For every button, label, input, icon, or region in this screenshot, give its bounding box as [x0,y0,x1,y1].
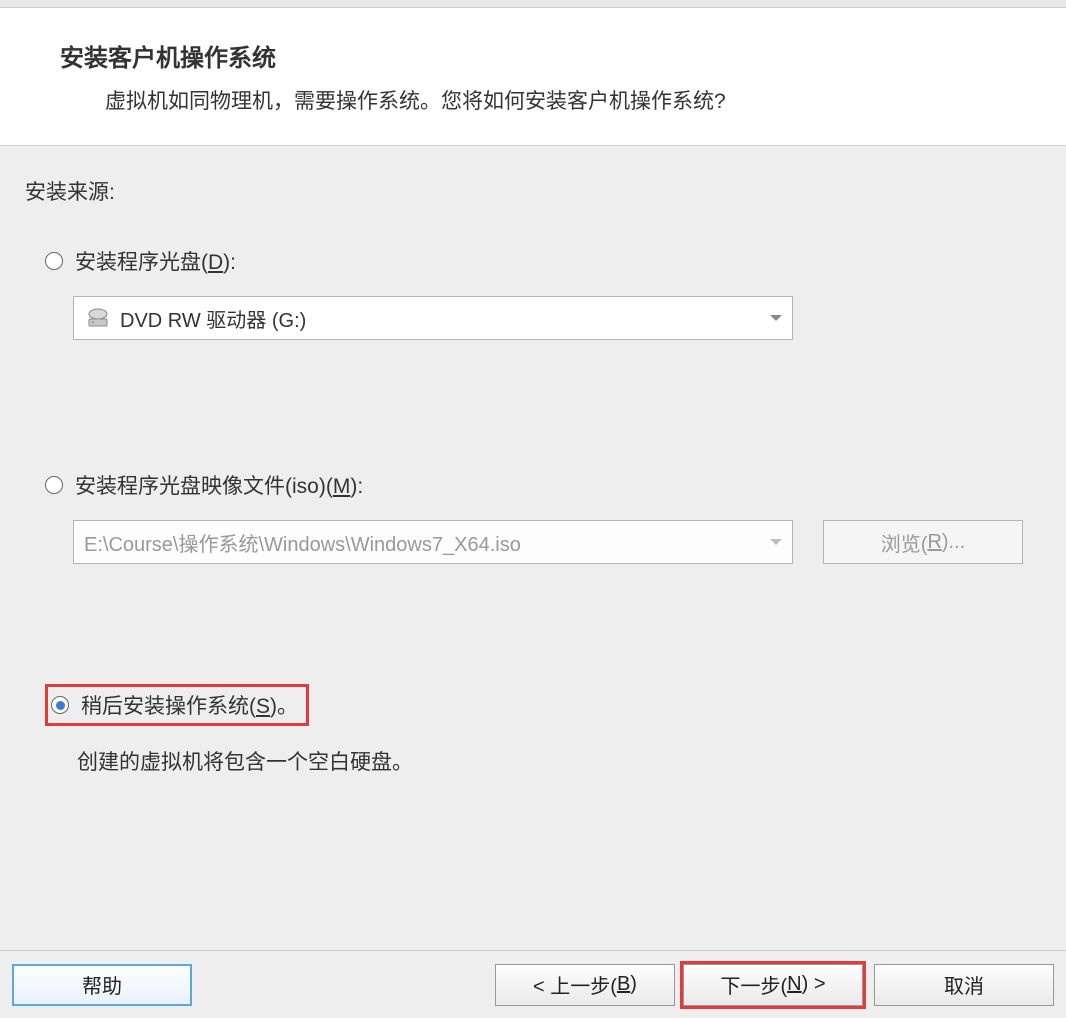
highlight-annotation: 下一步(N) > [680,961,866,1009]
browse-button[interactable]: 浏览(R)... [823,520,1023,564]
option-iso-label: 安装程序光盘映像文件(iso)(M): [75,470,363,500]
chevron-down-icon [770,315,782,321]
wizard-footer: 帮助 < 上一步(B) 下一步(N) > 取消 [0,950,1066,1018]
back-button[interactable]: < 上一步(B) [495,964,675,1006]
option-install-later[interactable]: 稍后安装操作系统(S)。 [51,690,298,720]
highlight-annotation: 稍后安装操作系统(S)。 [45,684,309,726]
radio-icon-selected [51,696,69,714]
chevron-down-icon [770,539,782,545]
install-source-label: 安装来源: [25,176,1041,206]
wizard-subtitle: 虚拟机如同物理机，需要操作系统。您将如何安装客户机操作系统? [105,85,1036,115]
option-installer-disc[interactable]: 安装程序光盘(D): [45,246,1041,276]
option-install-later-label: 稍后安装操作系统(S)。 [81,690,298,720]
next-button[interactable]: 下一步(N) > [683,964,863,1006]
option-installer-disc-label: 安装程序光盘(D): [75,246,236,276]
option-iso-group: 安装程序光盘映像文件(iso)(M): E:\Course\操作系统\Windo… [45,470,1041,564]
disc-drive-value: DVD RW 驱动器 (G:) [120,304,770,333]
radio-icon [45,252,63,270]
window-titlebar [0,0,1066,8]
option-install-later-description: 创建的虚拟机将包含一个空白硬盘。 [77,746,1041,776]
option-iso[interactable]: 安装程序光盘映像文件(iso)(M): [45,470,1041,500]
iso-path-dropdown[interactable]: E:\Course\操作系统\Windows\Windows7_X64.iso [73,520,793,564]
wizard-title: 安装客户机操作系统 [60,38,1036,73]
cancel-button[interactable]: 取消 [874,964,1054,1006]
option-installer-disc-group: 安装程序光盘(D): DVD RW 驱动器 (G:) [45,246,1041,340]
wizard-body: 安装来源: 安装程序光盘(D): DVD RW 驱动器 (G:) [0,146,1066,786]
wizard-header: 安装客户机操作系统 虚拟机如同物理机，需要操作系统。您将如何安装客户机操作系统? [0,8,1066,146]
option-install-later-group: 稍后安装操作系统(S)。 创建的虚拟机将包含一个空白硬盘。 [45,684,1041,776]
iso-path-value: E:\Course\操作系统\Windows\Windows7_X64.iso [84,528,770,557]
radio-icon [45,476,63,494]
disc-drive-dropdown[interactable]: DVD RW 驱动器 (G:) [73,296,793,340]
help-button[interactable]: 帮助 [12,964,192,1006]
disc-drive-icon [84,306,112,330]
